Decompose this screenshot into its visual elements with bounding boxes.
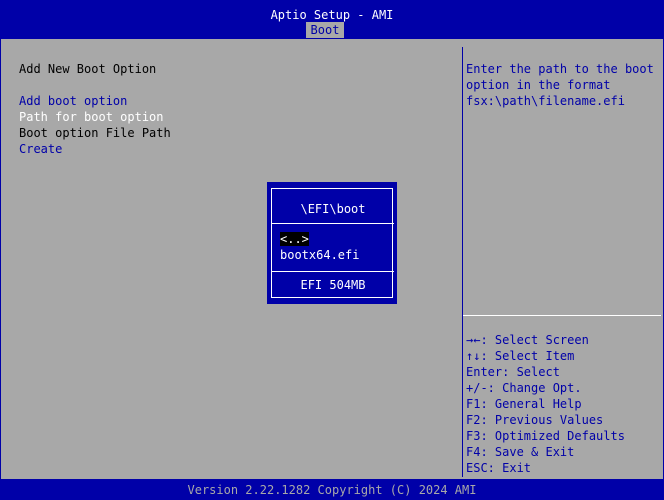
app-title: Aptio Setup - AMI: [270, 8, 394, 22]
key-hint-f4: F4: Save & Exit: [466, 445, 575, 459]
menu-item-create[interactable]: Create: [19, 141, 171, 157]
key-hint-enter: Enter: Select: [466, 365, 560, 379]
dialog-volume-label: EFI 504MB: [300, 278, 366, 292]
menu-item-path-for-boot-option[interactable]: Path for boot option: [19, 109, 171, 125]
menu-item-boot-option-file-path[interactable]: Boot option File Path: [19, 125, 171, 141]
key-legend: →←: Select Screen ↑↓: Select Item Enter:…: [466, 332, 625, 476]
dialog-divider-top: [272, 223, 394, 224]
file-entry-bootx64[interactable]: bootx64.efi: [280, 247, 359, 263]
key-hint-f3: F3: Optimized Defaults: [466, 429, 625, 443]
page-title: Add New Boot Option: [19, 62, 157, 76]
dialog-divider-bottom: [272, 271, 394, 272]
title-bar: Aptio Setup - AMI Boot: [0, 0, 664, 38]
status-bar: Version 2.22.1282 Copyright (C) 2024 AMI: [0, 480, 664, 500]
file-entry-parent-dir-label: <..>: [280, 232, 309, 246]
file-list: <..> bootx64.efi: [280, 231, 359, 263]
file-entry-parent-dir[interactable]: <..>: [280, 231, 359, 247]
file-browser-dialog: \EFI\boot <..> bootx64.efi EFI 504MB: [265, 180, 399, 306]
file-browser-frame: \EFI\boot <..> bootx64.efi EFI 504MB: [271, 188, 394, 298]
key-hint-f2: F2: Previous Values: [466, 413, 604, 427]
tab-boot[interactable]: Boot: [306, 22, 344, 38]
help-pane: Enter the path to the boot option in the…: [463, 47, 661, 477]
help-description: Enter the path to the boot option in the…: [466, 62, 662, 108]
key-hint-f1: F1: General Help: [466, 397, 582, 411]
key-hint-esc: ESC: Exit: [466, 461, 532, 475]
menu-item-add-boot-option[interactable]: Add boot option: [19, 93, 171, 109]
boot-option-menu: Add boot option Path for boot option Boo…: [19, 93, 171, 157]
key-hint-select-screen: →←: Select Screen: [466, 333, 589, 347]
dialog-path-title: \EFI\boot: [300, 202, 366, 216]
help-divider: [463, 315, 661, 316]
key-hint-change-opt: +/-: Change Opt.: [466, 381, 582, 395]
key-hint-select-item: ↑↓: Select Item: [466, 349, 575, 363]
version-text: Version 2.22.1282 Copyright (C) 2024 AMI: [187, 483, 477, 497]
